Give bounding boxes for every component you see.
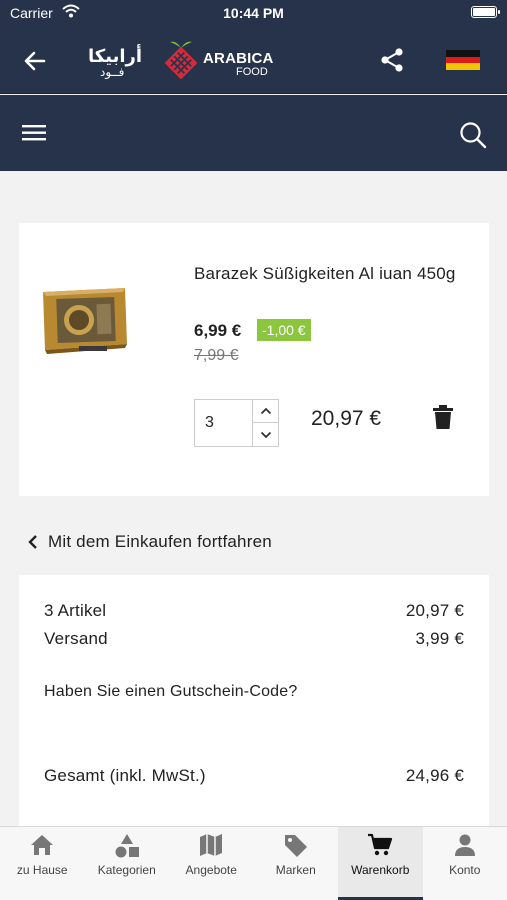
top-bar: أرابيكا فــود ARABICA FOOD	[0, 26, 507, 94]
arabica-food-logo[interactable]: أرابيكا فــود ARABICA FOOD	[86, 34, 276, 86]
logo-arabic-subtext: فــود	[100, 65, 125, 79]
tab-cart[interactable]: Warenkorb	[338, 827, 423, 900]
continue-shopping-label: Mit dem Einkaufen fortfahren	[48, 532, 272, 551]
tab-offers[interactable]: Angebote	[169, 827, 254, 900]
tab-account-label: Konto	[449, 863, 481, 877]
line-total: 20,97 €	[311, 407, 382, 430]
status-time: 10:44 PM	[223, 5, 284, 21]
total-row: Gesamt (inkl. MwSt.) 24,96 €	[44, 766, 464, 786]
logo-knot-icon	[164, 41, 198, 80]
quantity-stepper	[194, 399, 279, 447]
tab-home[interactable]: zu Hause	[0, 827, 85, 900]
voucher-link[interactable]: Haben Sie einen Gutschein-Code?	[44, 683, 297, 701]
share-icon[interactable]	[378, 46, 406, 74]
cart-icon	[368, 833, 393, 856]
logo-arabic-text: أرابيكا	[88, 46, 143, 66]
tab-brands-label: Marken	[275, 863, 316, 877]
order-summary-card: 3 Artikel 20,97 € Versand 3,99 € Haben S…	[19, 575, 489, 830]
chevron-up-icon	[260, 407, 271, 415]
shipping-label: Versand	[44, 629, 108, 648]
total-value: 24,96 €	[405, 766, 464, 785]
german-flag-icon[interactable]	[446, 50, 480, 70]
chevron-left-icon	[28, 535, 37, 549]
items-label: 3 Artikel	[44, 601, 107, 620]
back-arrow-icon[interactable]	[20, 46, 50, 76]
discount-badge: -1,00 €	[257, 319, 311, 341]
items-value: 20,97 €	[405, 601, 464, 620]
total-label: Gesamt (inkl. MwSt.)	[44, 766, 206, 785]
map-icon	[200, 834, 223, 856]
shipping-row: Versand 3,99 €	[44, 629, 464, 649]
tab-categories-label: Kategorien	[97, 863, 156, 877]
battery-icon	[471, 6, 500, 18]
navigation-bar	[0, 95, 507, 171]
tab-offers-label: Angebote	[185, 863, 237, 877]
person-icon	[454, 834, 475, 856]
product-name[interactable]: Barazek Süßigkeiten Al iuan 450g	[194, 261, 474, 286]
quantity-increase-button[interactable]	[253, 400, 278, 423]
tag-icon	[284, 835, 307, 857]
product-price: 6,99 €	[194, 321, 242, 340]
tab-cart-label: Warenkorb	[351, 863, 410, 877]
shipping-value: 3,99 €	[415, 629, 464, 648]
tab-home-label: zu Hause	[16, 863, 68, 877]
home-icon	[31, 835, 54, 855]
original-price: 7,99 €	[194, 347, 239, 364]
hamburger-menu-icon[interactable]	[22, 123, 47, 143]
items-row: 3 Artikel 20,97 €	[44, 601, 464, 621]
bottom-tab-bar: zu Hause Kategorien Angebote Marken Ware…	[0, 826, 507, 900]
product-image[interactable]	[37, 278, 131, 360]
cart-item-card: Barazek Süßigkeiten Al iuan 450g 6,99 € …	[19, 223, 489, 496]
status-bar: Carrier 10:44 PM	[0, 0, 507, 26]
search-icon[interactable]	[458, 120, 488, 150]
logo-brand-text: ARABICA	[203, 50, 274, 67]
logo-sub-text: FOOD	[236, 66, 268, 78]
chevron-down-icon	[260, 431, 271, 438]
quantity-decrease-button[interactable]	[253, 423, 278, 446]
tab-categories[interactable]: Kategorien	[85, 827, 170, 900]
continue-shopping-link[interactable]: Mit dem Einkaufen fortfahren	[28, 532, 272, 552]
tab-brands[interactable]: Marken	[254, 827, 339, 900]
tab-account[interactable]: Konto	[423, 827, 507, 900]
shapes-icon	[115, 834, 139, 858]
trash-icon[interactable]	[431, 405, 455, 431]
quantity-input[interactable]	[195, 400, 253, 446]
